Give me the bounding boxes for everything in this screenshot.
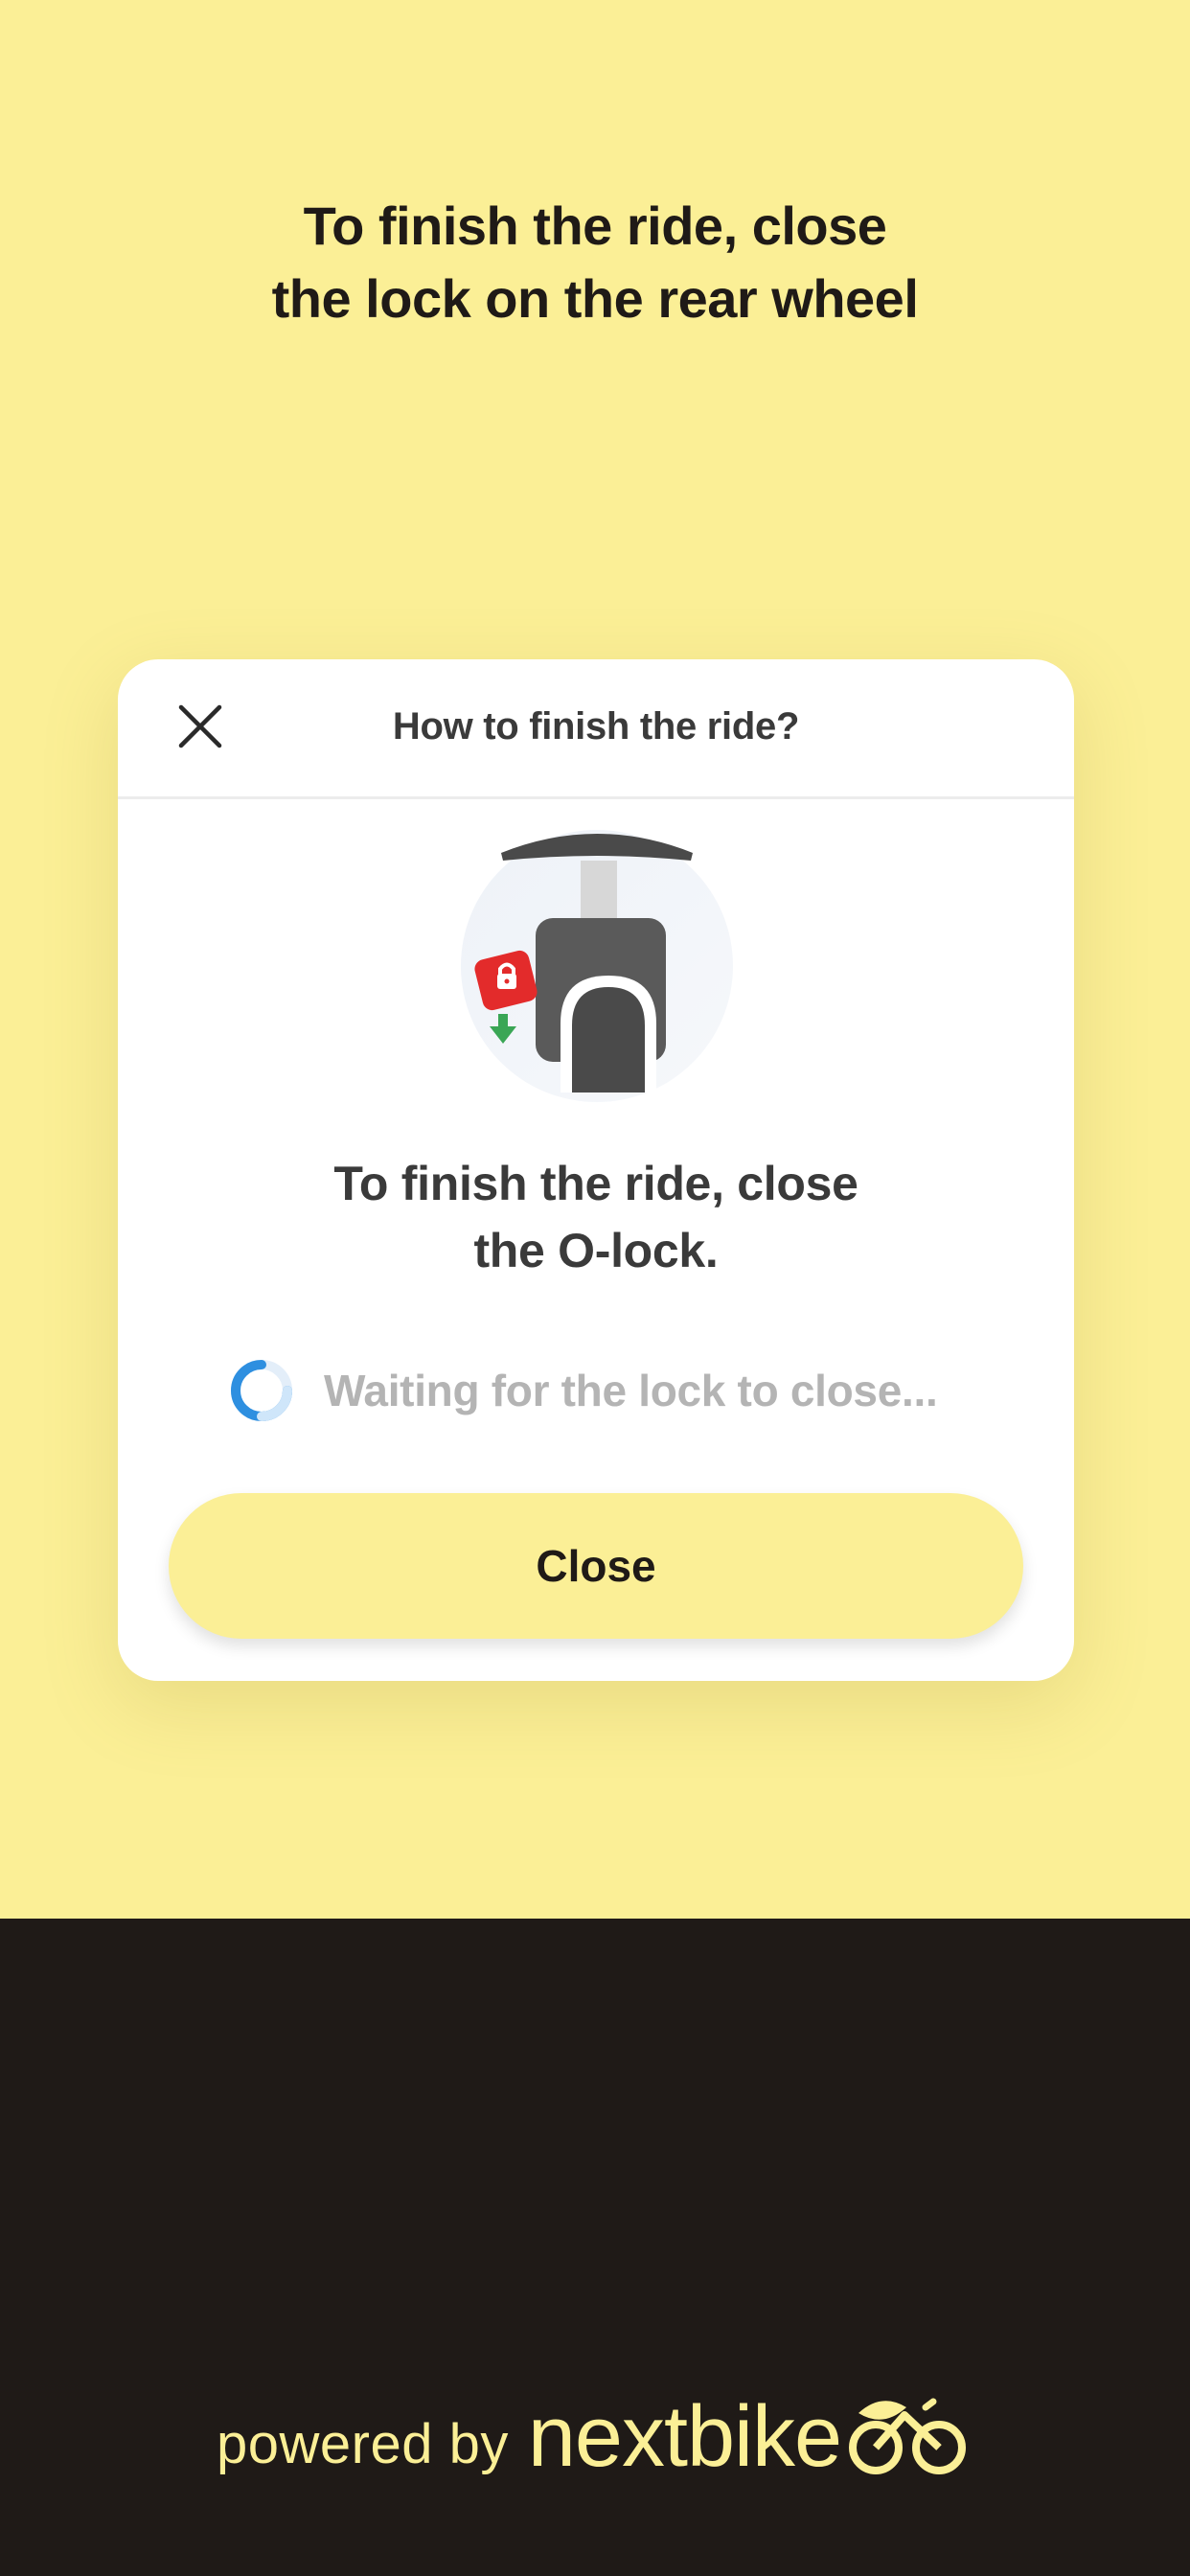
headline-line-1: To finish the ride, close bbox=[303, 196, 887, 256]
background-top: To finish the ride, close the lock on th… bbox=[0, 0, 1190, 1919]
o-lock-illustration bbox=[461, 830, 733, 1102]
bike-leaf-icon bbox=[849, 2398, 967, 2474]
instruction-line-2: the O-lock. bbox=[473, 1224, 719, 1277]
dialog-header: How to finish the ride? bbox=[118, 659, 1074, 799]
footer: powered by nextbike bbox=[0, 1919, 1190, 2576]
powered-by-label: powered by bbox=[217, 2413, 509, 2475]
ride-instruction: To finish the ride, close the O-lock. bbox=[118, 1150, 1074, 1284]
waiting-status-text: Waiting for the lock to close... bbox=[324, 1366, 938, 1415]
close-button[interactable]: Close bbox=[169, 1493, 1023, 1639]
finish-ride-dialog: How to finish the ride? To finish the ri… bbox=[118, 659, 1074, 1681]
dialog-title: How to finish the ride? bbox=[392, 705, 800, 748]
headline-line-2: the lock on the rear wheel bbox=[271, 268, 919, 329]
page-headline: To finish the ride, close the lock on th… bbox=[116, 190, 1074, 335]
instruction-line-1: To finish the ride, close bbox=[333, 1157, 858, 1210]
brand-name: nextbike bbox=[527, 2389, 842, 2485]
loading-spinner-icon bbox=[231, 1360, 292, 1421]
powered-by-branding: powered by nextbike bbox=[217, 2394, 970, 2480]
lock-status-row: Waiting for the lock to close... bbox=[228, 1357, 938, 1424]
